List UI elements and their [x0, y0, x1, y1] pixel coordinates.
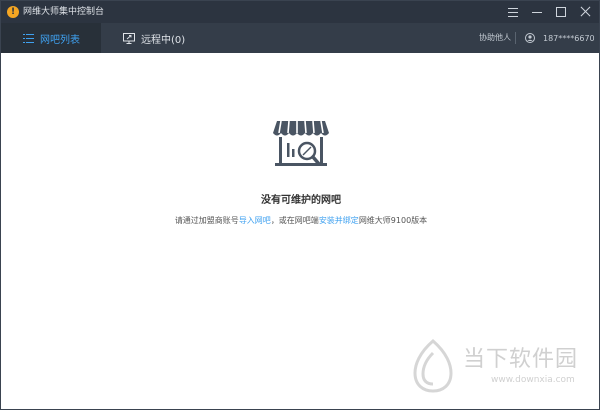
empty-state-title: 没有可维护的网吧: [261, 195, 341, 206]
user-icon: [525, 33, 535, 43]
tab-netbar-list[interactable]: 网吧列表: [1, 23, 101, 53]
desc-part-3: 网维大师9100版本: [358, 216, 428, 225]
watermark-logo-icon: [413, 339, 453, 393]
empty-state-description: 请通过加盟商账号导入网吧，或在网吧端安装并绑定网维大师9100版本: [1, 215, 600, 226]
close-icon[interactable]: [579, 6, 591, 18]
menu-icon[interactable]: [507, 6, 519, 18]
list-icon: [23, 33, 34, 43]
window-controls: [507, 1, 591, 23]
empty-shop-icon: [273, 120, 329, 166]
tab-remote-label: 远程中(0): [141, 34, 186, 46]
title-bar[interactable]: ! 网维大师集中控制台: [1, 1, 599, 23]
desc-part-2: ，或在网吧端: [270, 216, 319, 225]
tab-remote[interactable]: 远程中(0): [121, 23, 211, 53]
user-menu[interactable]: 187****6670: [525, 23, 600, 53]
app-logo-icon: !: [7, 6, 19, 18]
desc-part-1: 请通过加盟商账号: [174, 216, 239, 225]
watermark-brand: 当下软件园: [463, 347, 579, 372]
app-window: ! 网维大师集中控制台 网吧列表 远程中(0) 协助他人 187****6670…: [0, 0, 600, 410]
header-divider: [515, 32, 516, 44]
maximize-icon[interactable]: [555, 6, 567, 18]
help-others-link[interactable]: 协助他人: [479, 23, 511, 53]
install-bind-link[interactable]: 安装并绑定: [319, 216, 359, 225]
import-netbar-link[interactable]: 导入网吧: [239, 216, 271, 225]
user-phone: 187****6670: [543, 33, 595, 43]
monitor-icon: [123, 32, 135, 44]
watermark-url: www.downxia.com: [491, 375, 575, 385]
tab-netbar-list-label: 网吧列表: [40, 34, 80, 46]
window-title: 网维大师集中控制台: [23, 7, 105, 17]
minimize-icon[interactable]: [531, 6, 543, 18]
